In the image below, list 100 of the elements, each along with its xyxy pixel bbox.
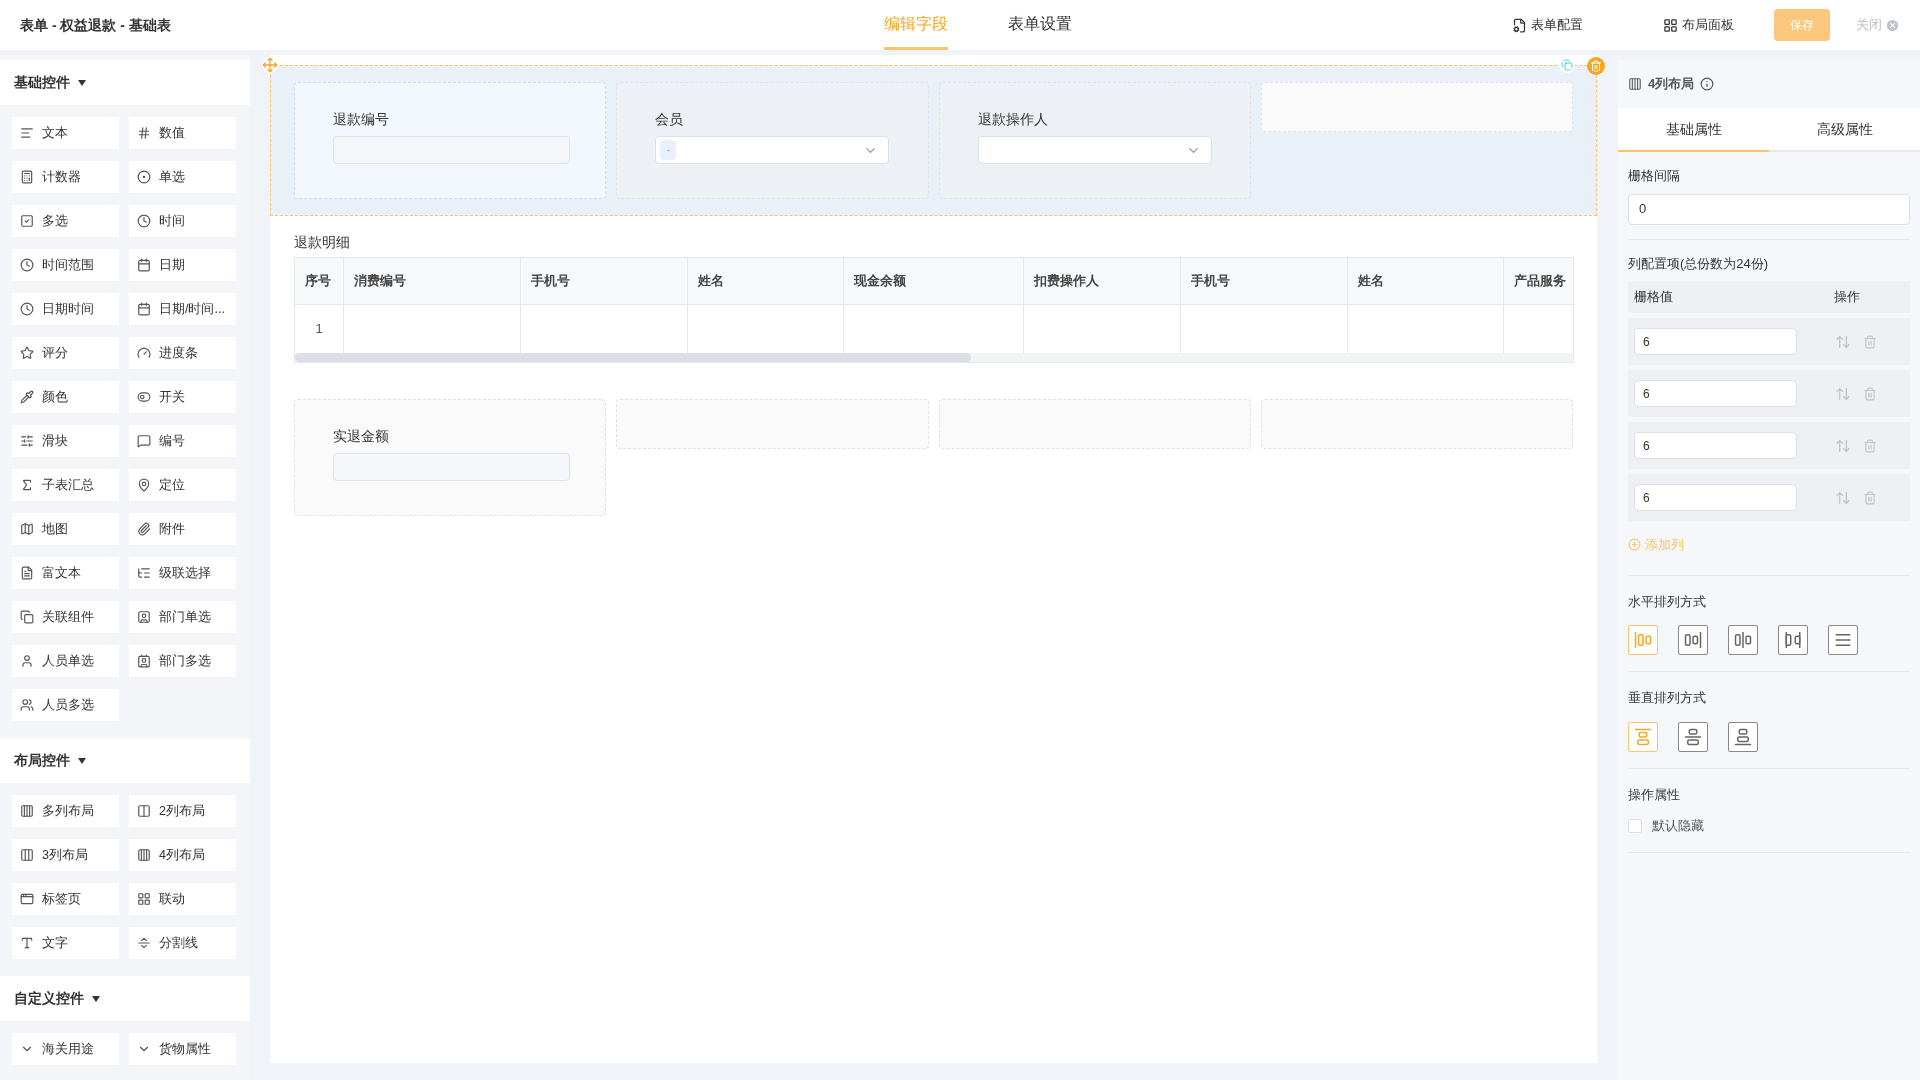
widget-item[interactable]: 滑块 — [12, 425, 119, 457]
field-card[interactable]: 实退金额 — [294, 399, 607, 516]
align-middle-icon — [1684, 727, 1702, 746]
widget-item[interactable]: 评分 — [12, 337, 119, 369]
widget-item[interactable]: 人员多选 — [12, 689, 119, 721]
widget-item[interactable]: 富文本 — [12, 557, 119, 589]
calendar-icon — [137, 302, 151, 316]
scrollbar[interactable] — [295, 353, 971, 362]
clock-icon — [20, 302, 34, 316]
column-header: 手机号 — [1181, 258, 1348, 304]
widget-item[interactable]: 4列布局 — [129, 839, 236, 871]
tab[interactable]: 高级属性 — [1769, 108, 1920, 152]
sort-icon[interactable] — [1835, 385, 1851, 402]
number-icon — [137, 126, 151, 140]
widget-item[interactable]: 时间范围 — [12, 249, 119, 281]
input-field[interactable]: 6 — [1634, 380, 1797, 407]
section-header[interactable]: 自定义控件 — [0, 976, 250, 1021]
widget-item[interactable]: 人员单选 — [12, 645, 119, 677]
align-option[interactable] — [1728, 721, 1758, 752]
info-icon[interactable] — [1700, 77, 1715, 91]
delete-icon[interactable] — [1863, 334, 1877, 349]
widget-item[interactable]: 计数器 — [12, 161, 119, 193]
align-bottom-icon — [1734, 727, 1752, 746]
widget-item[interactable]: 子表汇总 — [12, 469, 119, 501]
column-header: 现金余额 — [844, 258, 1024, 304]
widget-item[interactable]: 分割线 — [129, 927, 236, 959]
slider-icon — [20, 434, 34, 448]
input-field[interactable]: 6 — [1634, 432, 1797, 459]
widget-item[interactable]: 货物属性 — [129, 1033, 236, 1065]
align-option[interactable] — [1828, 625, 1858, 655]
tab[interactable]: 表单设置 — [1008, 0, 1072, 50]
widget-item[interactable]: 标签页 — [12, 883, 119, 915]
delete-icon[interactable] — [1863, 438, 1877, 453]
column-header: 姓名 — [1348, 258, 1504, 304]
align-option[interactable] — [1678, 625, 1708, 655]
widget-item[interactable]: 开关 — [129, 381, 236, 413]
section-header[interactable]: 布局控件 — [0, 738, 250, 783]
widget-item[interactable]: 日期时间 — [12, 293, 119, 325]
sort-icon[interactable] — [1835, 489, 1851, 506]
align-option[interactable] — [1778, 625, 1808, 655]
input-field[interactable] — [333, 453, 570, 481]
widget-item[interactable]: 2列布局 — [129, 795, 236, 827]
widget-item[interactable]: 编号 — [129, 425, 236, 457]
grid-icon — [1663, 17, 1678, 33]
tab[interactable]: 基础属性 — [1618, 108, 1769, 152]
input-field[interactable]: 0 — [1628, 193, 1910, 225]
move-icon[interactable] — [262, 57, 278, 73]
widget-item[interactable]: 进度条 — [129, 337, 236, 369]
widget-item[interactable]: 文字 — [12, 927, 119, 959]
widget-item[interactable]: 关联组件 — [12, 601, 119, 633]
widget-item[interactable]: 地图 — [12, 513, 119, 545]
widget-item[interactable]: 部门单选 — [129, 601, 236, 633]
align-option[interactable] — [1678, 721, 1708, 752]
grid-icon — [137, 892, 151, 906]
widget-item[interactable]: 联动 — [129, 883, 236, 915]
field-card[interactable]: 退款编号 — [294, 82, 607, 199]
widget-item[interactable]: 数值 — [129, 117, 236, 149]
widget-item[interactable]: 颜色 — [12, 381, 119, 413]
widget-item[interactable]: 附件 — [129, 513, 236, 545]
add-icon — [1628, 538, 1641, 552]
document-icon — [20, 566, 34, 580]
widget-item[interactable]: 日期/时间... — [129, 293, 236, 325]
widget-item[interactable]: 文本 — [12, 117, 119, 149]
widget-item[interactable]: 单选 — [129, 161, 236, 193]
input-field[interactable]: 6 — [1634, 328, 1797, 355]
sort-icon[interactable] — [1835, 437, 1851, 454]
column-header: 产品服务 — [1504, 258, 1573, 304]
form-config-button[interactable]: 表单配置 — [1512, 15, 1583, 35]
widget-item[interactable]: 级联选择 — [129, 557, 236, 589]
field-card[interactable]: 会员 - — [616, 82, 929, 199]
input-field[interactable] — [333, 136, 570, 164]
section-title: 操作属性 — [1628, 785, 1681, 804]
widget-item[interactable]: 日期 — [129, 249, 236, 281]
align-option[interactable] — [1728, 625, 1758, 655]
column-header: 消费编号 — [344, 258, 521, 304]
field-label: 会员 — [655, 110, 685, 129]
input-field[interactable]: 6 — [1634, 484, 1797, 511]
widget-item[interactable]: 多列布局 — [12, 795, 119, 827]
table-cell-text: 1 — [315, 320, 323, 339]
copy-icon[interactable] — [1559, 57, 1575, 73]
delete-icon[interactable] — [1863, 386, 1877, 401]
layout-container[interactable]: 退款编号 会员 - 退款操作人 — [270, 65, 1597, 216]
contact-icon — [137, 654, 151, 668]
field-card[interactable]: 退款操作人 — [938, 82, 1251, 199]
text-icon — [20, 126, 34, 140]
widget-item[interactable]: 3列布局 — [12, 839, 119, 871]
delete-icon[interactable] — [1587, 57, 1605, 75]
widget-item[interactable]: 多选 — [12, 205, 119, 237]
layout-panel-button[interactable]: 布局面板 — [1663, 15, 1734, 35]
select-field[interactable] — [977, 136, 1212, 164]
widget-item[interactable]: 定位 — [129, 469, 236, 501]
field-label: 栅格间隔 — [1628, 167, 1681, 185]
sort-icon[interactable] — [1835, 333, 1851, 350]
widget-item[interactable]: 部门多选 — [129, 645, 236, 677]
section-header[interactable]: 基础控件 — [0, 60, 250, 105]
widget-item[interactable]: 海关用途 — [12, 1033, 119, 1065]
checkbox[interactable] — [1628, 818, 1642, 833]
widget-item[interactable]: 时间 — [129, 205, 236, 237]
delete-icon[interactable] — [1863, 490, 1877, 505]
checkbox-label: 默认隐藏 — [1652, 817, 1704, 835]
